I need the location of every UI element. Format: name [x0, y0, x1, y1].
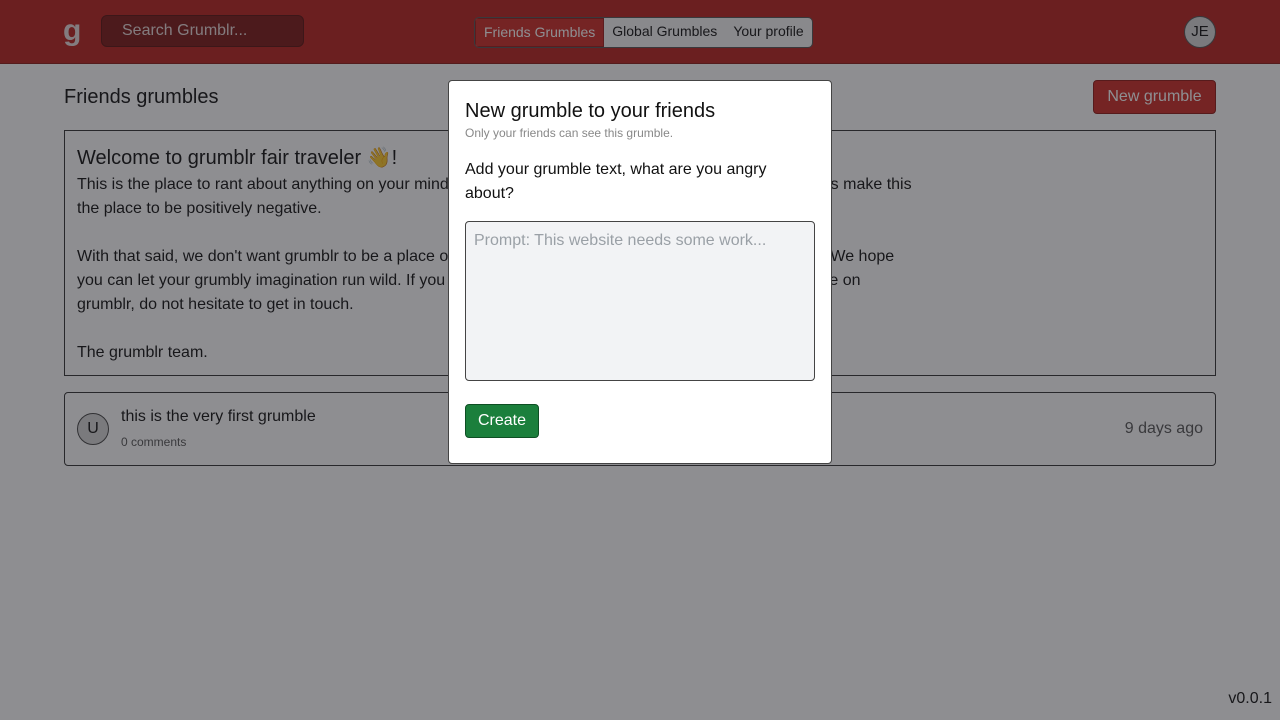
modal-subtitle: Only your friends can see this grumble.	[465, 126, 674, 140]
new-grumble-modal: New grumble to your friends Only your fr…	[448, 80, 832, 464]
grumble-text-label: Add your grumble text, what are you angr…	[465, 161, 767, 202]
create-button[interactable]: Create	[465, 404, 539, 438]
grumble-text-input[interactable]	[465, 221, 815, 381]
modal-title: New grumble to your friends	[465, 100, 716, 122]
